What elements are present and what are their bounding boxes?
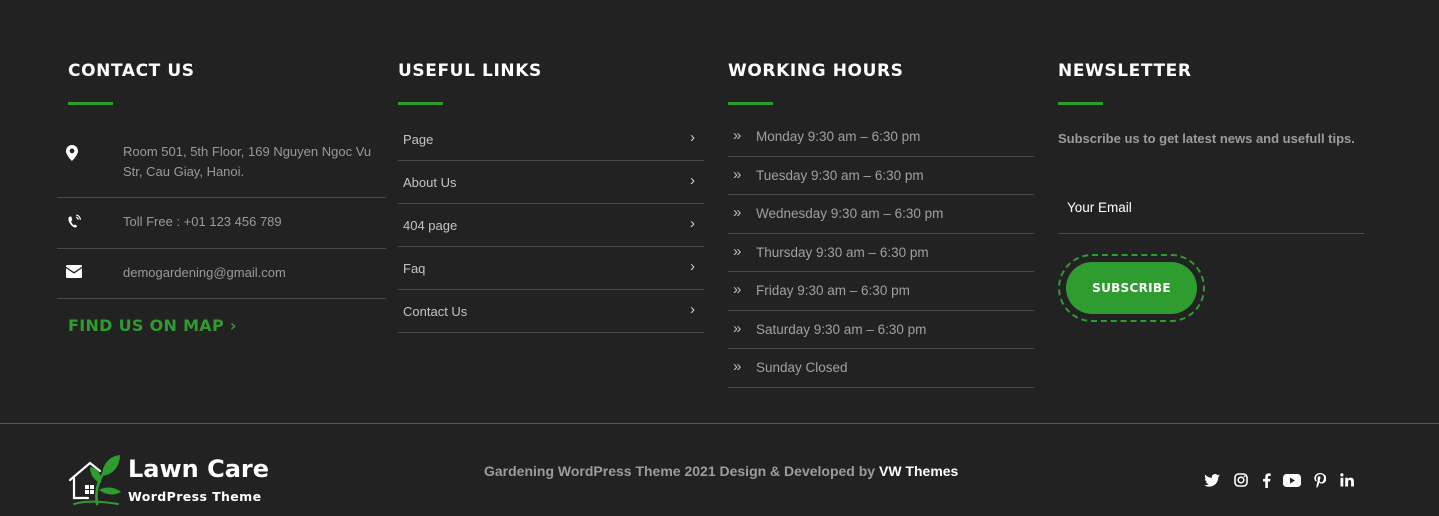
useful-link-label: Contact Us [403, 304, 468, 319]
useful-link-item[interactable]: Page › [398, 118, 704, 161]
double-chevron-icon: » [733, 281, 742, 298]
double-chevron-icon: » [733, 319, 742, 337]
contact-heading: CONTACT US [68, 61, 195, 81]
email-field-wrapper [1058, 193, 1364, 234]
lawn-care-logo[interactable]: Lawn Care WordPress Theme [66, 450, 270, 510]
contact-phone: Toll Free : +01 123 456 789 [123, 214, 282, 229]
chevron-right-icon: › [690, 129, 695, 146]
map-link-label: FIND US ON MAP [68, 316, 225, 335]
subscribe-button-ring: SUBSCRIBE [1058, 254, 1205, 322]
useful-link-label: About Us [403, 175, 457, 190]
chevron-right-icon: › [690, 215, 695, 232]
contact-phone-row: Toll Free : +01 123 456 789 [57, 198, 386, 249]
working-hours-heading: WORKING HOURS [728, 61, 904, 81]
contact-email[interactable]: demogardening@gmail.com [123, 263, 286, 283]
double-chevron-icon: » [733, 165, 742, 183]
chevron-right-icon: › [690, 258, 695, 275]
linkedin-icon[interactable] [1337, 470, 1357, 490]
heading-underline [1058, 102, 1103, 105]
useful-link-label: Faq [403, 261, 426, 276]
hours-label: Sunday Closed [756, 360, 848, 375]
working-hours-list: » Monday 9:30 am – 6:30 pm » Tuesday 9:3… [728, 118, 1034, 388]
hours-label: Saturday 9:30 am – 6:30 pm [756, 321, 927, 337]
hours-item: » Wednesday 9:30 am – 6:30 pm [728, 195, 1034, 234]
hours-item: » Sunday Closed [728, 349, 1034, 388]
double-chevron-icon: » [733, 242, 742, 260]
useful-link-label: 404 page [403, 218, 458, 233]
contact-address-row: Room 501, 5th Floor, 169 Nguyen Ngoc Vu … [57, 125, 386, 198]
instagram-icon[interactable] [1231, 470, 1251, 490]
useful-link-item[interactable]: Contact Us › [398, 290, 704, 333]
footer-divider [0, 423, 1439, 424]
contact-email-row: demogardening@gmail.com [57, 249, 386, 299]
find-us-on-map-link[interactable]: FIND US ON MAP › [68, 316, 237, 335]
chevron-right-icon: › [690, 301, 695, 318]
subscribe-button[interactable]: SUBSCRIBE [1066, 262, 1197, 314]
hours-label: Wednesday 9:30 am – 6:30 pm [756, 206, 944, 221]
heading-underline [728, 102, 773, 105]
chevron-right-icon: › [690, 172, 695, 189]
double-chevron-icon: » [733, 204, 742, 221]
useful-link-item[interactable]: Faq › [398, 247, 704, 290]
twitter-icon[interactable] [1202, 470, 1222, 490]
hours-item: » Friday 9:30 am – 6:30 pm [728, 272, 1034, 311]
hours-item: » Monday 9:30 am – 6:30 pm [728, 118, 1034, 157]
phone-icon [66, 214, 82, 234]
hours-label: Thursday 9:30 am – 6:30 pm [756, 244, 929, 260]
double-chevron-icon: » [733, 127, 742, 144]
hours-label: Friday 9:30 am – 6:30 pm [756, 283, 910, 298]
youtube-icon[interactable] [1282, 470, 1302, 490]
useful-link-item[interactable]: About Us › [398, 161, 704, 204]
pinterest-icon[interactable] [1310, 470, 1330, 490]
useful-link-label: Page [403, 132, 434, 147]
heading-underline [398, 102, 443, 105]
useful-links-list: Page › About Us › 404 page › Faq › Conta… [398, 118, 704, 333]
logo-name: Lawn Care [128, 455, 270, 483]
contact-address: Room 501, 5th Floor, 169 Nguyen Ngoc Vu … [123, 144, 372, 179]
hours-item: » Thursday 9:30 am – 6:30 pm [728, 234, 1034, 272]
hours-item: » Tuesday 9:30 am – 6:30 pm [728, 157, 1034, 195]
copyright-text: Gardening WordPress Theme 2021 Design & … [484, 463, 958, 479]
heading-underline [68, 102, 113, 105]
chevron-right-icon: › [229, 316, 237, 335]
logo-subtitle: WordPress Theme [128, 489, 262, 504]
hours-item: » Saturday 9:30 am – 6:30 pm [728, 311, 1034, 349]
hours-label: Monday 9:30 am – 6:30 pm [756, 129, 921, 144]
newsletter-heading: NEWSLETTER [1058, 61, 1192, 81]
newsletter-email-input[interactable] [1058, 193, 1357, 221]
house-leaf-logo-icon [68, 455, 121, 506]
facebook-icon[interactable] [1256, 470, 1276, 490]
useful-link-item[interactable]: 404 page › [398, 204, 704, 247]
double-chevron-icon: » [733, 358, 742, 375]
map-pin-icon [66, 145, 78, 165]
useful-links-heading: USEFUL LINKS [398, 61, 542, 81]
envelope-icon [66, 265, 82, 282]
hours-label: Tuesday 9:30 am – 6:30 pm [756, 167, 924, 183]
newsletter-description: Subscribe us to get latest news and usef… [1058, 131, 1355, 146]
copyright-prefix: Gardening WordPress Theme 2021 Design & … [484, 463, 879, 479]
vw-themes-link[interactable]: VW Themes [879, 463, 958, 479]
